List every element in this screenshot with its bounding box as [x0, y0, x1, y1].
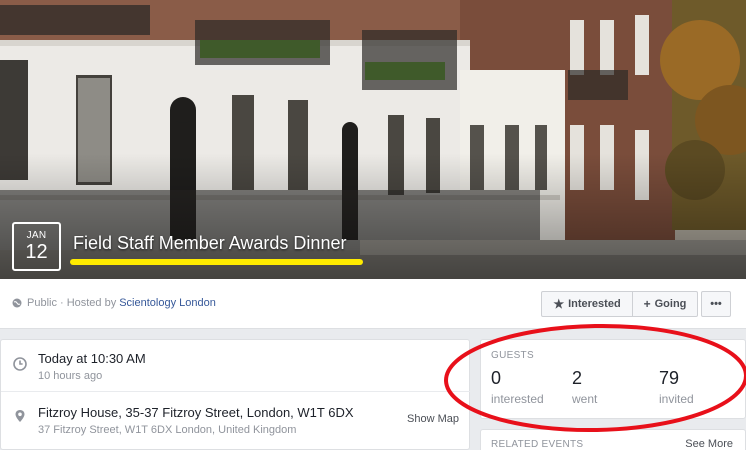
event-time: Today at 10:30 AM	[38, 351, 146, 366]
clock-icon	[13, 357, 27, 371]
event-date-day: 12	[25, 241, 48, 263]
going-button[interactable]: + Going	[632, 291, 698, 317]
star-icon: ★	[553, 297, 565, 311]
guests-invited-count: 79	[659, 368, 680, 388]
event-info-bar: Public · Hosted by Scientology London ★ …	[0, 279, 746, 329]
event-date-month: JAN	[26, 230, 47, 241]
event-page: JAN 12 Field Staff Member Awards Dinner …	[0, 0, 746, 450]
event-location-row: Fitzroy House, 35-37 Fitzroy Street, Lon…	[1, 392, 471, 450]
guests-card: GUESTS 0 interested 2 went 79 invited	[480, 339, 746, 419]
interested-label: Interested	[568, 298, 621, 310]
event-details-card: Today at 10:30 AM 10 hours ago Fitzroy H…	[0, 339, 471, 450]
globe-icon	[12, 298, 22, 308]
guests-invited-label: invited	[659, 392, 694, 406]
event-title: Field Staff Member Awards Dinner	[73, 233, 347, 253]
event-time-relative: 10 hours ago	[38, 370, 103, 382]
show-map-link[interactable]: Show Map	[407, 413, 459, 425]
guests-went-label: went	[572, 392, 598, 406]
host-line: Public · Hosted by Scientology London	[12, 297, 216, 309]
related-events-header: RELATED EVENTS	[491, 439, 584, 450]
more-options-button[interactable]: •••	[701, 291, 731, 317]
guests-invited-stat[interactable]: 79 invited	[659, 367, 694, 406]
cover-photo[interactable]: JAN 12 Field Staff Member Awards Dinner	[0, 0, 746, 279]
see-more-link[interactable]: See More	[685, 438, 733, 450]
hosted-by-label: · Hosted by	[59, 297, 117, 309]
more-options-icon: •••	[710, 298, 722, 310]
plus-icon: +	[643, 297, 651, 311]
related-events-card: RELATED EVENTS See More	[480, 429, 746, 450]
event-location-address: 37 Fitzroy Street, W1T 6DX London, Unite…	[38, 424, 297, 436]
interested-button[interactable]: ★ Interested	[541, 291, 633, 317]
guests-interested-count: 0	[491, 368, 502, 388]
guests-interested-label: interested	[491, 392, 544, 406]
yellow-highlight-underline	[70, 259, 363, 265]
going-label: Going	[654, 298, 687, 310]
event-time-row: Today at 10:30 AM 10 hours ago	[1, 340, 471, 392]
guests-went-stat[interactable]: 2 went	[572, 367, 597, 406]
host-link[interactable]: Scientology London	[119, 297, 216, 309]
map-pin-icon	[15, 410, 25, 422]
guests-interested-stat[interactable]: 0 interested	[491, 367, 544, 406]
guests-went-count: 2	[572, 368, 583, 388]
privacy-label: Public	[27, 297, 57, 309]
event-location-name[interactable]: Fitzroy House, 35-37 Fitzroy Street, Lon…	[38, 405, 354, 420]
event-date-badge: JAN 12	[12, 222, 61, 271]
guests-header: GUESTS	[491, 350, 534, 361]
